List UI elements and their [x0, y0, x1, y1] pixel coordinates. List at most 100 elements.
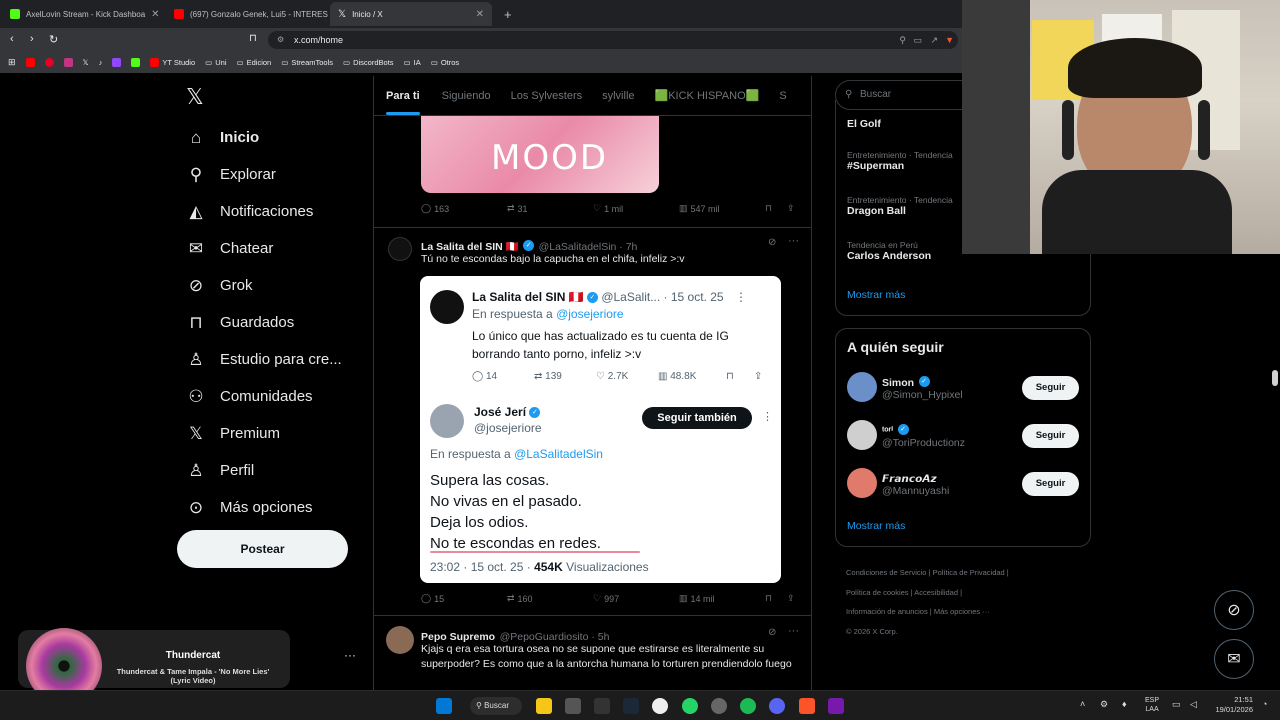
- browser-tab[interactable]: (697) Gonzalo Genek, Lui5 - INTERES ✕: [166, 2, 328, 26]
- nav-item-estudio[interactable]: ♙ Estudio para cre...: [176, 341, 372, 378]
- nav-item-guardados[interactable]: ⊓ Guardados: [176, 304, 372, 341]
- taskbar-search[interactable]: ⚲ Buscar: [470, 697, 522, 715]
- zoom-icon[interactable]: ⚲: [899, 31, 906, 49]
- follow-button[interactable]: Seguir: [1022, 472, 1079, 496]
- chevron-up-icon[interactable]: ˄: [1080, 699, 1085, 709]
- bookmark-folder[interactable]: ▭ Edicion: [237, 58, 272, 67]
- onenote-icon[interactable]: [828, 698, 844, 714]
- volume-icon[interactable]: ◁: [1190, 699, 1197, 710]
- nav-item-notificaciones[interactable]: ◭ Notificaciones: [176, 193, 372, 230]
- bookmark-icon[interactable]: ⊓: [765, 203, 787, 214]
- app-icon[interactable]: [565, 698, 581, 714]
- tray-icon[interactable]: ⚙: [1100, 699, 1108, 710]
- avatar[interactable]: [847, 468, 877, 498]
- trend-item[interactable]: Entretenimiento · Tendencia #Superman: [847, 150, 953, 172]
- avatar[interactable]: [847, 372, 877, 402]
- bookmark-folder[interactable]: ▭ Otros: [431, 58, 459, 67]
- nav-item-chatear[interactable]: ✉ Chatear: [176, 230, 372, 267]
- post-button[interactable]: Postear: [177, 530, 348, 568]
- more-icon[interactable]: ···: [788, 235, 799, 247]
- file-explorer-icon[interactable]: [536, 698, 552, 714]
- views-button[interactable]: ▥ 547 mil: [679, 203, 765, 214]
- language-indicator[interactable]: ESP LAA: [1145, 696, 1159, 714]
- nav-item-premium[interactable]: 𝕏 Premium: [176, 415, 372, 452]
- post-image[interactable]: La Salita del SIN 🇵🇪 ✓ @LaSalit... · 15 …: [420, 276, 781, 583]
- bookmark-folder[interactable]: ▭ IA: [404, 58, 421, 67]
- avatar[interactable]: [847, 420, 877, 450]
- close-icon[interactable]: ✕: [476, 9, 484, 20]
- more-icon[interactable]: ···: [344, 648, 356, 662]
- trend-item[interactable]: El Golf: [847, 118, 881, 130]
- steam-icon[interactable]: [623, 698, 639, 714]
- follow-button[interactable]: Seguir: [1022, 424, 1079, 448]
- new-tab-button[interactable]: +: [496, 2, 516, 26]
- bookmark-yt-studio[interactable]: YT Studio: [150, 58, 195, 67]
- back-icon[interactable]: ‹: [10, 33, 14, 45]
- bookmark-folder[interactable]: ▭ Uni: [205, 58, 226, 67]
- brave-shield-icon[interactable]: ▼: [945, 31, 954, 49]
- nav-item-mas-opciones[interactable]: ⊙ Más opciones: [176, 489, 372, 526]
- notification-icon[interactable]: ◔: [1262, 699, 1267, 709]
- reload-icon[interactable]: ↻: [49, 33, 58, 46]
- windows-start-icon[interactable]: [436, 698, 452, 714]
- more-icon[interactable]: ···: [788, 625, 799, 637]
- repost-button[interactable]: ⇄ 160: [507, 593, 593, 604]
- reply-button[interactable]: ◯ 163: [421, 203, 507, 214]
- like-button[interactable]: ♡ 1 mil: [593, 203, 679, 214]
- avatar[interactable]: [388, 237, 412, 261]
- browser-tab-active[interactable]: 𝕏 Inicio / X ✕: [330, 2, 492, 26]
- bookmark-kick[interactable]: [131, 58, 141, 67]
- show-more-link[interactable]: Mostrar más: [847, 520, 905, 532]
- mail-icon[interactable]: ✉: [1214, 639, 1254, 679]
- nav-item-grok[interactable]: ⊘ Grok: [176, 267, 372, 304]
- nav-item-explorar[interactable]: ⚲ Explorar: [176, 156, 372, 193]
- bookmark-folder[interactable]: ▭ DiscordBots: [343, 58, 394, 67]
- bookmark-youtube[interactable]: [25, 58, 35, 67]
- share-icon[interactable]: ⇪: [787, 593, 795, 604]
- grok-icon[interactable]: ⊘: [768, 627, 776, 638]
- x-logo-icon[interactable]: 𝕏: [186, 84, 204, 110]
- nav-item-inicio[interactable]: ⌂ Inicio: [176, 119, 372, 156]
- install-icon[interactable]: ▭: [913, 31, 922, 49]
- bookmark-twitch[interactable]: [112, 58, 122, 67]
- browser-tab[interactable]: AxelLovin Stream - Kick Dashboa ✕: [2, 2, 160, 26]
- app-icon[interactable]: [711, 698, 727, 714]
- nav-item-comunidades[interactable]: ⚇ Comunidades: [176, 378, 372, 415]
- reply-button[interactable]: ◯ 15: [421, 593, 507, 604]
- bookmark-x[interactable]: 𝕏: [83, 58, 89, 67]
- app-icon[interactable]: [594, 698, 610, 714]
- bookmark-folder[interactable]: ▭ StreamTools: [281, 58, 333, 67]
- tab-list[interactable]: sylville: [602, 90, 634, 102]
- avatar[interactable]: [386, 626, 414, 654]
- share-icon[interactable]: ↗: [930, 31, 938, 49]
- forward-icon[interactable]: ›: [30, 33, 34, 45]
- bookmark-tiktok[interactable]: ♪: [99, 58, 103, 67]
- chrome-icon[interactable]: [652, 698, 668, 714]
- share-icon[interactable]: ⇪: [787, 203, 795, 214]
- network-icon[interactable]: ▭: [1172, 699, 1181, 710]
- close-icon[interactable]: ✕: [151, 9, 159, 20]
- bookmark-instagram[interactable]: [63, 58, 73, 67]
- views-button[interactable]: ▥ 14 mil: [679, 593, 765, 604]
- grok-icon[interactable]: ⊘: [768, 237, 776, 248]
- mic-icon[interactable]: ♦: [1122, 699, 1127, 709]
- tab-para-ti[interactable]: Para ti: [386, 90, 420, 115]
- nav-item-perfil[interactable]: ♙ Perfil: [176, 452, 372, 489]
- brave-icon[interactable]: [799, 698, 815, 714]
- repost-button[interactable]: ⇄ 31: [507, 203, 593, 214]
- tab-list[interactable]: S: [779, 90, 786, 102]
- post-image[interactable]: MOOD: [421, 116, 659, 193]
- trend-item[interactable]: Entretenimiento · Tendencia Dragon Ball: [847, 195, 953, 217]
- like-button[interactable]: ♡ 997: [593, 593, 679, 604]
- trend-item[interactable]: Tendencia en Perú Carlos Anderson: [847, 240, 931, 262]
- spotify-icon[interactable]: [740, 698, 756, 714]
- bookmark-icon[interactable]: ⊓: [765, 593, 787, 604]
- bookmark-pinterest[interactable]: [44, 58, 54, 67]
- tab-list[interactable]: 🟩KICK HISPANO🟩: [655, 89, 760, 102]
- scrollbar-thumb[interactable]: [1272, 370, 1278, 386]
- grok-icon[interactable]: ⊘: [1214, 590, 1254, 630]
- apps-icon[interactable]: ⊞: [8, 57, 16, 68]
- discord-icon[interactable]: [769, 698, 785, 714]
- follow-button[interactable]: Seguir: [1022, 376, 1079, 400]
- show-more-link[interactable]: Mostrar más: [847, 289, 905, 301]
